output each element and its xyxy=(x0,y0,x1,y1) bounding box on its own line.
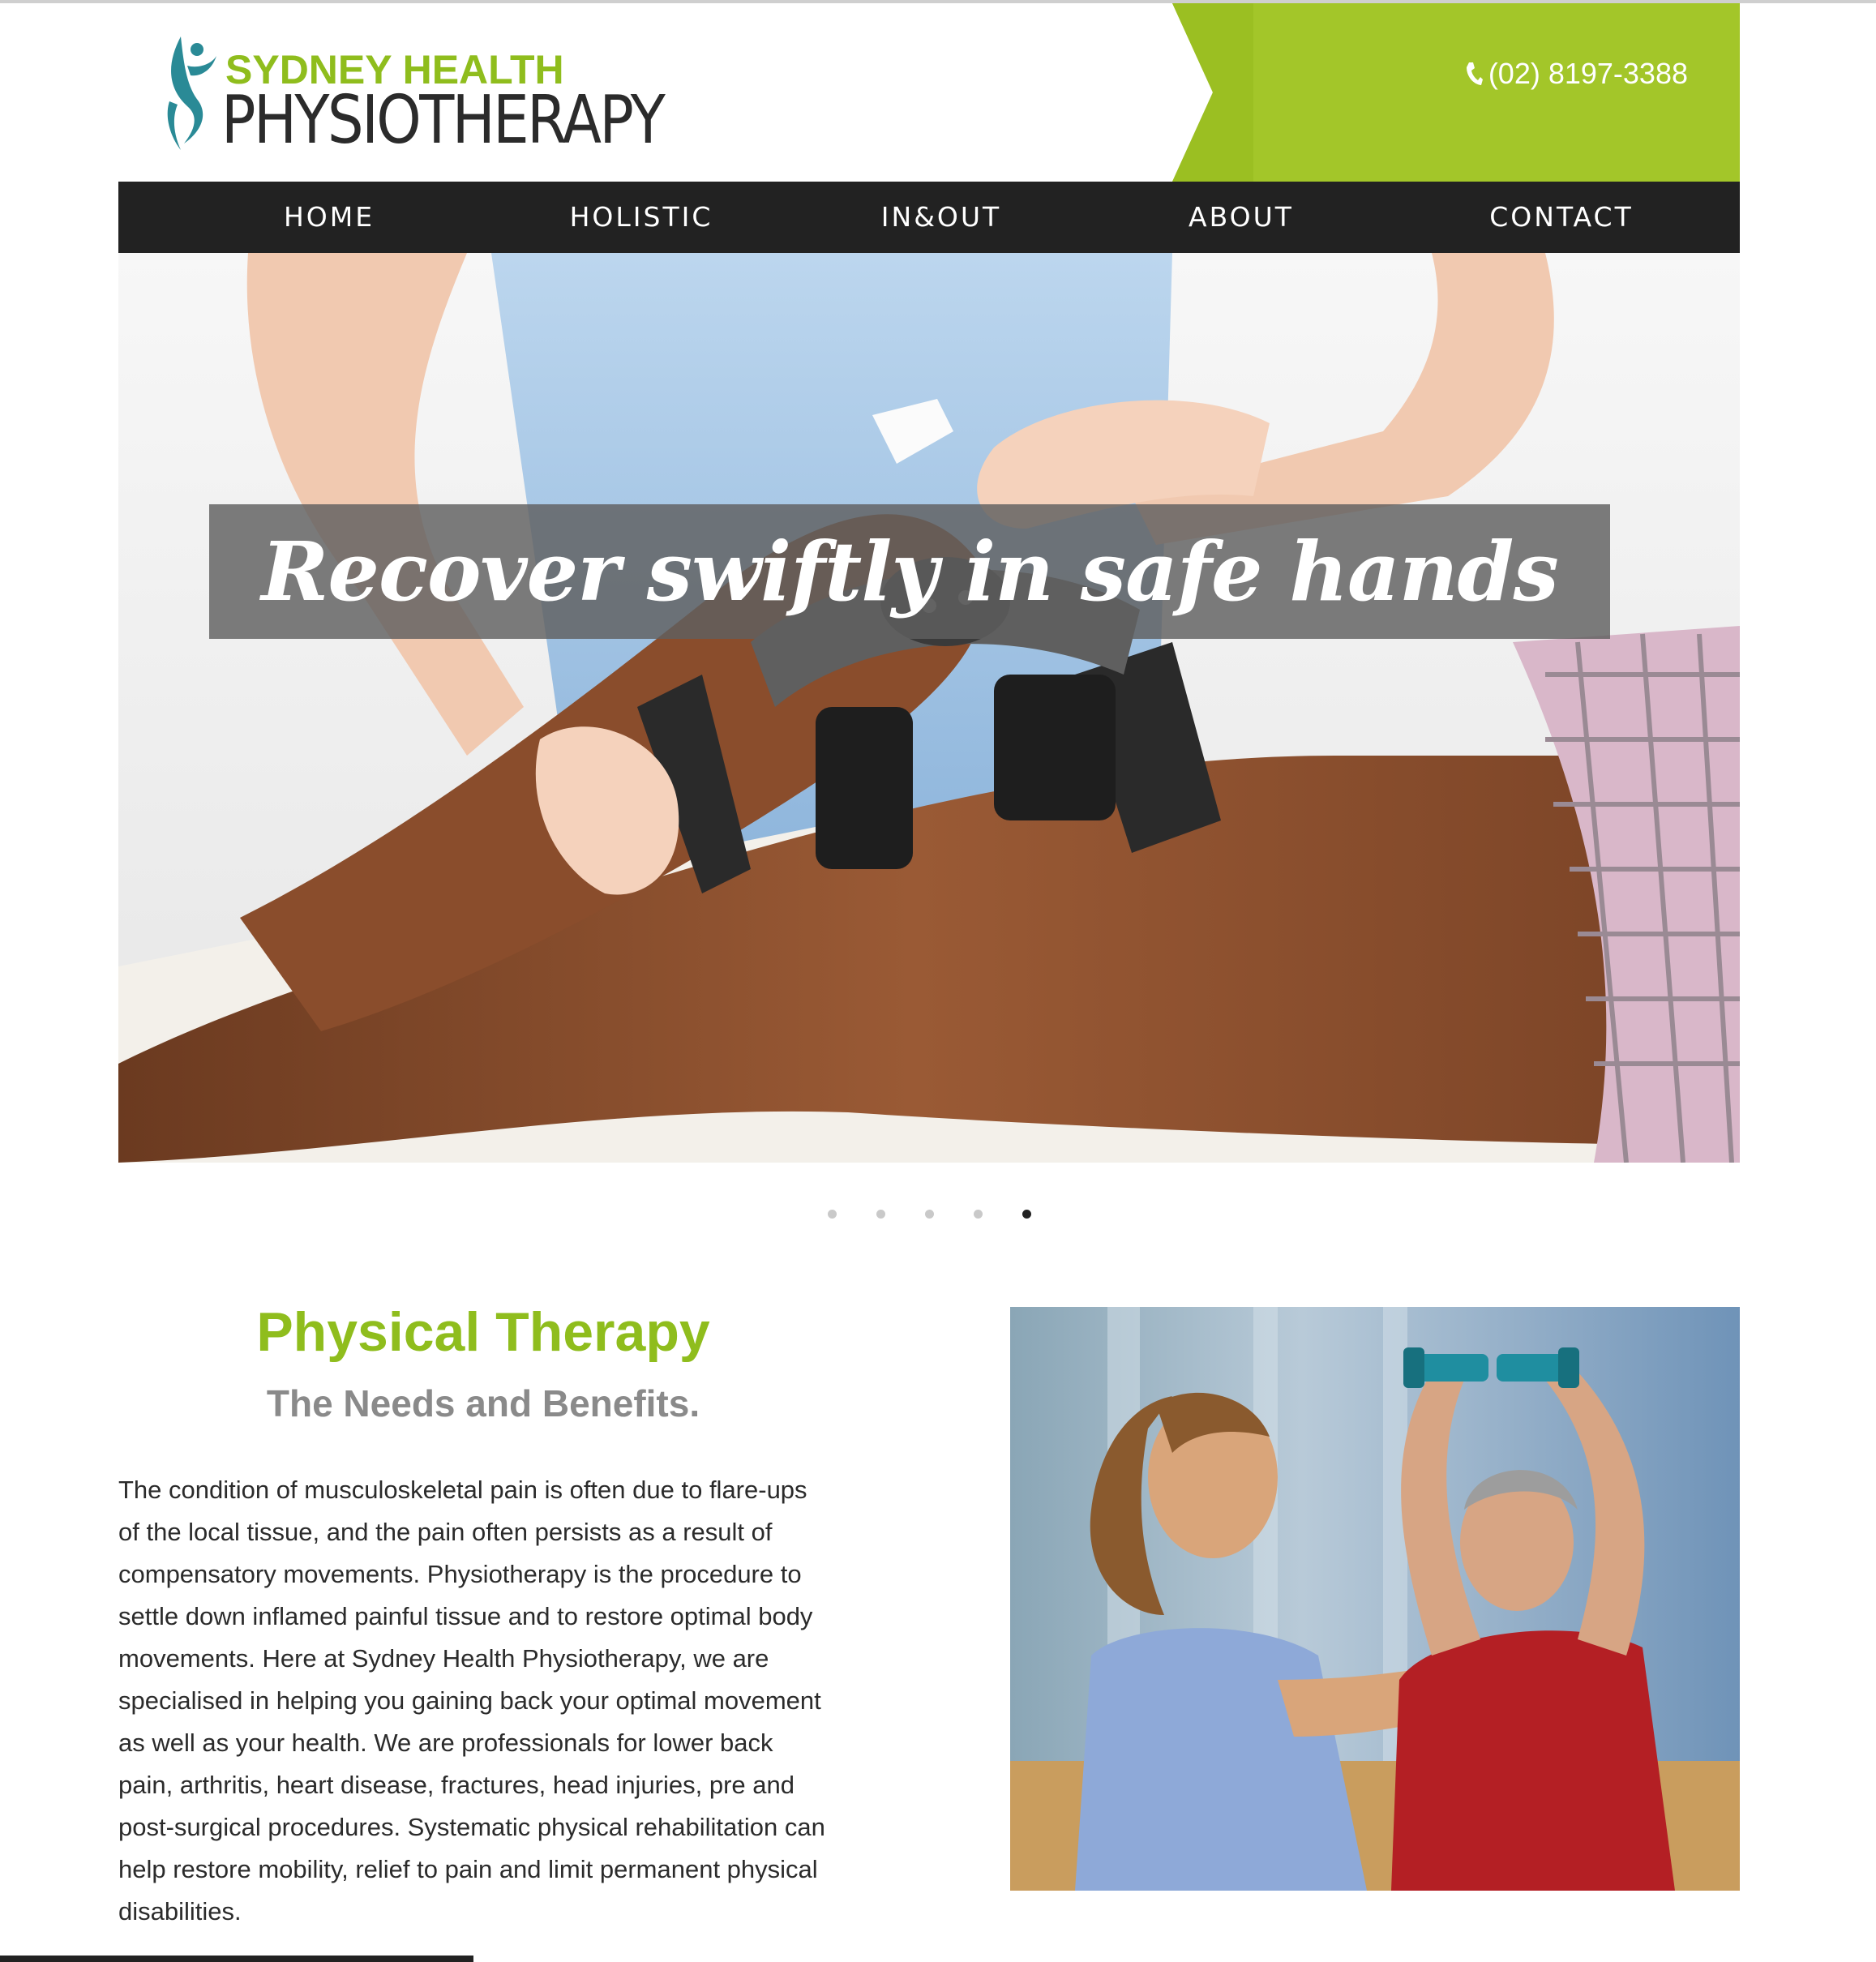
body-line: pain, arthritis, heart disease, fracture… xyxy=(118,1771,795,1799)
nav-item-in-and-out[interactable]: IN&OUT xyxy=(848,182,1034,253)
slider-dot-1[interactable] xyxy=(828,1210,837,1219)
body-line: specialised in helping you gaining back … xyxy=(118,1686,821,1715)
section-subtitle: The Needs and Benefits. xyxy=(266,1382,700,1424)
body-line: as well as your health. We are professio… xyxy=(118,1729,773,1757)
body-line: post-surgical procedures. Systematic phy… xyxy=(118,1813,825,1841)
banner-chevron-shape xyxy=(1172,3,1740,182)
section-title: Physical Therapy xyxy=(256,1301,710,1363)
body-line: compensatory movements. Physiotherapy is… xyxy=(118,1560,802,1588)
phone-number-text: (02) 8197-3388 xyxy=(1488,57,1688,90)
phone-number[interactable]: (02) 8197-3388 xyxy=(1464,57,1688,91)
nav-item-holistic[interactable]: HOLISTIC xyxy=(540,182,743,253)
logo-figure-icon xyxy=(167,36,216,150)
site-header: SYDNEY HEALTH PHYSIOTHERAPY (02) 8197-33… xyxy=(118,3,1740,182)
body-line: settle down inflamed painful tissue and … xyxy=(118,1602,813,1630)
slider-dot-4[interactable] xyxy=(974,1210,983,1219)
slider-dot-5-active[interactable] xyxy=(1022,1210,1031,1219)
phone-banner: (02) 8197-3388 xyxy=(1172,3,1740,182)
horizontal-scrollbar[interactable] xyxy=(0,1956,473,1962)
therapy-session-photo xyxy=(1010,1307,1740,1891)
page: SYDNEY HEALTH PHYSIOTHERAPY (02) 8197-33… xyxy=(118,3,1740,1957)
main-navigation: HOME HOLISTIC IN&OUT ABOUT CONTACT xyxy=(118,182,1740,253)
section-body-text: The condition of musculoskeletal pain is… xyxy=(118,1469,864,1933)
body-line: The condition of musculoskeletal pain is… xyxy=(118,1476,807,1504)
body-line: help restore mobility, relief to pain an… xyxy=(118,1855,818,1883)
site-logo[interactable]: SYDNEY HEALTH PHYSIOTHERAPY xyxy=(163,32,747,161)
body-line: of the local tissue, and the pain often … xyxy=(118,1518,773,1546)
nav-item-about[interactable]: ABOUT xyxy=(1148,182,1334,253)
body-line: disabilities. xyxy=(118,1897,242,1926)
slider-dot-3[interactable] xyxy=(925,1210,934,1219)
nav-item-contact[interactable]: CONTACT xyxy=(1456,182,1667,253)
phone-icon xyxy=(1466,62,1483,85)
slider-dot-2[interactable] xyxy=(876,1210,885,1219)
hero-slider[interactable]: Recover swiftly in safe hands xyxy=(118,253,1740,1163)
hero-image-knee-brace xyxy=(118,253,1740,1163)
hero-caption-box: Recover swiftly in safe hands xyxy=(209,504,1610,639)
nav-item-home[interactable]: HOME xyxy=(240,182,418,253)
hero-caption: Recover swiftly in safe hands xyxy=(261,524,1559,619)
body-line: movements. Here at Sydney Health Physiot… xyxy=(118,1644,769,1673)
logo-text-physiotherapy: PHYSIOTHERAPY xyxy=(221,82,666,159)
slider-pagination xyxy=(118,1206,1740,1223)
